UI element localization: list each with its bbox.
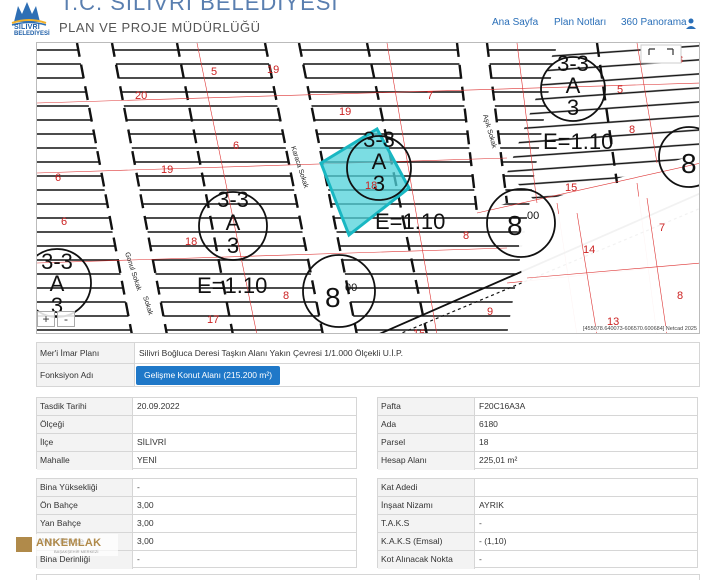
- parcel-label: Parsel: [378, 434, 475, 451]
- watermark-brand: ANKEMLAK: [36, 537, 102, 549]
- logo-word-2: BELEDİYESİ: [14, 31, 50, 37]
- neighborhood-label: Mahalle: [37, 452, 133, 470]
- area-label: Hesap Alanı: [378, 452, 475, 470]
- building-height-label: Bina Yüksekliği: [37, 479, 133, 496]
- scale-label: Ölçeği: [37, 416, 133, 433]
- parcel-number: 18: [185, 236, 197, 248]
- district-value: SİLİVRİ: [137, 437, 167, 447]
- plan-label: Mer'i İmar Planı: [37, 343, 135, 363]
- zoom-in-button[interactable]: +: [37, 311, 55, 327]
- front-yard-value: 3,00: [137, 500, 154, 510]
- plan-row: Mer'i İmar Planı Silivri Boğluca Deresi …: [36, 342, 700, 364]
- kaks-label: K.A.K.S (Emsal): [378, 533, 475, 550]
- function-badge[interactable]: Gelişme Konut Alanı (215.200 m²): [136, 366, 281, 385]
- parcel-number: 20: [135, 90, 147, 102]
- parcel-number: 6: [233, 140, 239, 152]
- parcel-number: 19: [161, 164, 173, 176]
- logo-word: SİLİVRİ: [14, 24, 40, 31]
- elevation-point-value: -: [479, 554, 482, 564]
- rear-yard-value: 3,00: [137, 536, 154, 546]
- construction-order-value: AYRIK: [479, 500, 504, 510]
- height-label: 8: [507, 210, 523, 241]
- neighborhood-value: YENİ: [137, 455, 157, 465]
- district-label: İlçe: [37, 434, 133, 451]
- area-value: 225,01 m²: [479, 455, 518, 465]
- block-label: Ada: [378, 416, 475, 433]
- municipality-logo[interactable]: SİLİVRİ BELEDİYESİ: [6, 0, 52, 40]
- zoom-out-button[interactable]: -: [57, 311, 75, 327]
- scale-value: [133, 416, 137, 433]
- parcel-number: 9: [487, 306, 493, 318]
- parcel-number: 8: [677, 290, 683, 302]
- map-control[interactable]: [640, 44, 682, 64]
- parcel-number: 7: [659, 222, 665, 234]
- block-code-mid: A: [226, 210, 241, 235]
- map-canvas[interactable]: 3-3 A 3 3-3 A 3 3-3 A 3 3-3 A 3 E=1.10 E…: [37, 43, 700, 334]
- floor-count-value: [475, 479, 479, 496]
- side-yard-label: Yan Bahçe: [37, 515, 133, 532]
- parcel-number: 19: [339, 106, 351, 118]
- block-value: 6180: [479, 419, 498, 429]
- parcel-number: 15: [565, 182, 577, 194]
- watermark-sub: BAŞAKŞEHİR MERKEZİ: [54, 549, 99, 554]
- user-icon[interactable]: [685, 17, 697, 29]
- emsal-label: E=1.10: [543, 129, 613, 154]
- sheet-label: Pafta: [378, 398, 475, 415]
- info-panel-parcel: Pafta F20C16A3A Ada 6180 Parsel 18 Hesap Al…: [377, 397, 698, 470]
- parcel-number: 8: [463, 230, 469, 242]
- parcel-number: 19: [267, 64, 279, 76]
- parcel-number: 8: [629, 124, 635, 136]
- logo-emblem-icon: [11, 2, 47, 26]
- parcel-number: 6: [55, 172, 61, 184]
- info-panel-construction: Kat Adedi İnşaat Nizamı AYRIK T.A.K.S - K.…: [377, 478, 698, 569]
- building-depth-value: -: [137, 554, 140, 564]
- parcel-number: 8: [283, 290, 289, 302]
- function-row: Fonksiyon Adı Gelişme Konut Alanı (215.2…: [36, 363, 700, 387]
- parcel-number: 14: [583, 244, 595, 256]
- parcel-number: 5: [211, 66, 217, 78]
- building-height-value: -: [137, 482, 140, 492]
- nav-360-panorama[interactable]: 360 Panorama: [621, 17, 687, 28]
- approval-date-value: 20.09.2022: [137, 401, 180, 411]
- function-label: Fonksiyon Adı: [37, 364, 135, 386]
- site-subtitle: PLAN VE PROJE MÜDÜRLÜĞÜ: [59, 20, 261, 35]
- parcel-number: 7: [427, 90, 433, 102]
- floor-count-label: Kat Adedi: [378, 479, 475, 496]
- emsal-label: E=1.10: [375, 209, 445, 234]
- block-code-top: 3-3: [217, 187, 249, 212]
- parcel-number: 6: [61, 216, 67, 228]
- nav-plan-notes[interactable]: Plan Notları: [554, 17, 606, 28]
- taks-label: T.A.K.S: [378, 515, 475, 532]
- plan-value: Silivri Boğluca Deresi Taşkın Alanı Yakı…: [139, 348, 403, 358]
- watermark-logo: ANKEMLAK BAŞAKŞEHİR MERKEZİ: [14, 534, 118, 556]
- front-yard-label: Ön Bahçe: [37, 497, 133, 514]
- block-code-bot: 3: [567, 95, 579, 120]
- block-code-bot: 3: [227, 233, 239, 258]
- page-header: SİLİVRİ BELEDİYESİ T.C. SİLİVRİ BELEDİYE…: [0, 0, 702, 42]
- parcel-value: 18: [479, 437, 489, 447]
- kaks-value: - (1,10): [479, 536, 507, 546]
- parcel-number: 5: [617, 84, 623, 96]
- approval-date-label: Tasdik Tarihi: [37, 398, 133, 415]
- next-section-edge: [36, 574, 700, 580]
- watermark-house-icon: [16, 537, 32, 552]
- sheet-value: F20C16A3A: [479, 401, 526, 411]
- taks-value: -: [479, 518, 482, 528]
- elevation-point-label: Kot Alınacak Nokta: [378, 551, 475, 569]
- nav-home[interactable]: Ana Sayfa: [492, 17, 538, 28]
- site-title: T.C. SİLİVRİ BELEDİYESİ: [60, 0, 339, 15]
- height-sup: 00: [345, 282, 357, 294]
- parcel-number: 16: [413, 328, 425, 334]
- height-sup: 00: [527, 210, 539, 222]
- height-label: 8: [325, 282, 341, 313]
- height-label: 8: [681, 148, 697, 179]
- emsal-label: E=1.10: [197, 273, 267, 298]
- construction-order-label: İnşaat Nizamı: [378, 497, 475, 514]
- zoning-map[interactable]: 3-3 A 3 3-3 A 3 3-3 A 3 3-3 A 3 E=1.10 E…: [36, 42, 700, 334]
- side-yard-value: 3,00: [137, 518, 154, 528]
- parcel-number: 18: [365, 180, 377, 192]
- map-attribution: [455078.640073-606570.600684] Netcad 202…: [582, 326, 697, 332]
- info-panel-general: Tasdik Tarihi 20.09.2022 Ölçeği İlçe SİLİV…: [36, 397, 357, 470]
- parcel-number: 17: [207, 314, 219, 326]
